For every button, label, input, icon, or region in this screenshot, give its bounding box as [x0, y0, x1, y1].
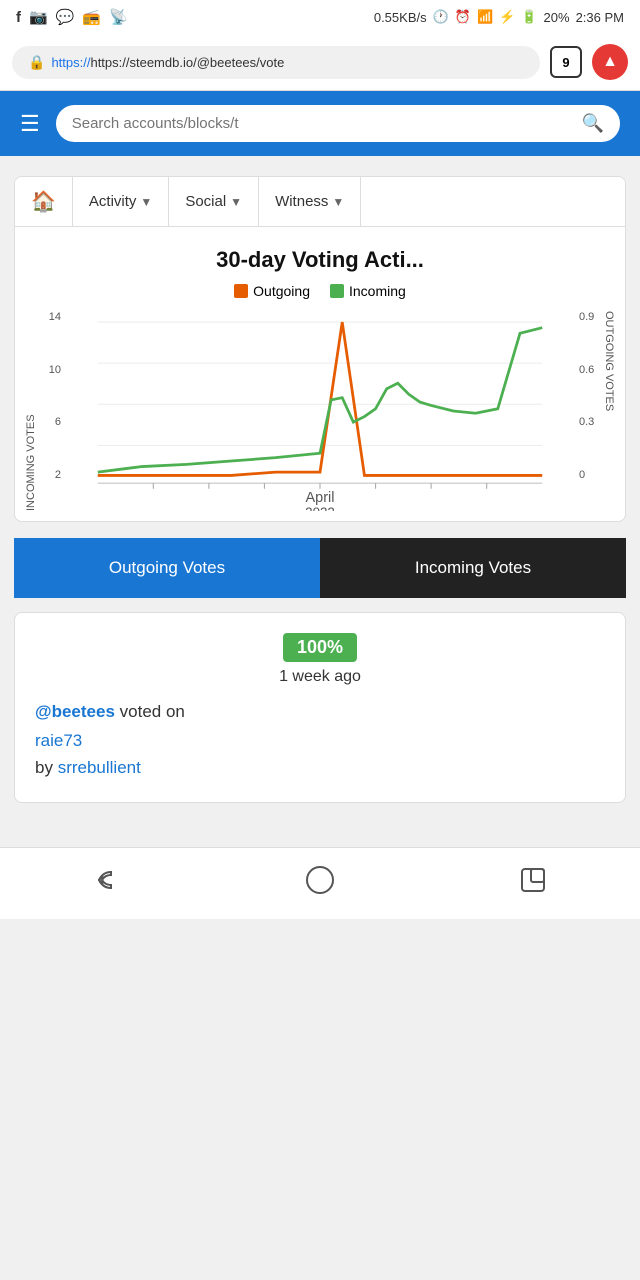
back-button[interactable] — [91, 864, 123, 903]
incoming-dot — [330, 284, 344, 298]
incoming-votes-button[interactable]: Incoming Votes — [320, 538, 626, 598]
cast-icon: 📡 — [109, 8, 128, 26]
chart-svg-area: April 2022 — [67, 311, 573, 511]
main-content: 🏠 Outgoing Activity ▼ Social ▼ Witness ▼… — [0, 156, 640, 837]
bottom-nav — [0, 847, 640, 919]
search-input[interactable] — [72, 115, 574, 132]
by-text: by — [35, 758, 58, 777]
radio-icon: 📻 — [82, 8, 101, 26]
battery-percent: 20% — [544, 10, 570, 25]
lock-icon: 🔒 — [28, 54, 45, 71]
svg-text:2022: 2022 — [305, 505, 335, 511]
upload-button[interactable]: ▲ — [592, 44, 628, 80]
tab-social[interactable]: Social ▼ — [169, 177, 259, 226]
outgoing-votes-button[interactable]: Outgoing Votes — [14, 538, 320, 598]
tab-navigation: 🏠 Outgoing Activity ▼ Social ▼ Witness ▼ — [15, 177, 625, 227]
signal-icon: 📶 — [477, 9, 493, 25]
hamburger-menu[interactable]: ☰ — [20, 111, 40, 137]
post-link[interactable]: raie73 — [35, 727, 605, 754]
activity-chevron: ▼ — [140, 195, 152, 209]
status-social-icons: f 📷 💬 📻 📡 — [16, 8, 128, 26]
chart-body: INCOMING VOTES 14 10 6 2 — [25, 311, 615, 511]
home-circle-icon — [304, 864, 336, 896]
voter-username[interactable]: @beetees — [35, 702, 115, 721]
chart-svg: April 2022 — [67, 311, 573, 511]
y-axis-left-label: INCOMING VOTES — [25, 311, 37, 511]
clock-icon: 🕐 — [433, 9, 449, 25]
instagram-icon: 📷 — [29, 8, 48, 26]
nav-bar: ☰ 🔍 — [0, 91, 640, 156]
back-icon — [91, 864, 123, 896]
incoming-label: Incoming — [349, 283, 406, 299]
status-bar: f 📷 💬 📻 📡 0.55KB/s 🕐 ⏰ 📶 ⚡ 🔋 20% 2:36 PM — [0, 0, 640, 34]
y-axis-right-label: OUTGOING VOTES — [603, 311, 615, 511]
tab-activity[interactable]: Outgoing Activity ▼ — [73, 177, 169, 226]
alarm-icon: ⏰ — [455, 9, 471, 25]
chart-title: 30-day Voting Acti... — [25, 247, 615, 273]
time-display: 2:36 PM — [576, 10, 624, 25]
recents-button[interactable] — [517, 864, 549, 903]
vote-percent-wrapper: 100% — [35, 633, 605, 668]
upload-icon: ▲ — [602, 53, 618, 71]
witness-chevron: ▼ — [332, 195, 344, 209]
outgoing-dot — [234, 284, 248, 298]
chart-legend: Outgoing Incoming — [25, 283, 615, 299]
social-chevron: ▼ — [230, 195, 242, 209]
browser-bar: 🔒 https://https://steemdb.io/@beetees/vo… — [0, 34, 640, 91]
main-card: 🏠 Outgoing Activity ▼ Social ▼ Witness ▼… — [14, 176, 626, 522]
outgoing-label: Outgoing — [253, 283, 310, 299]
status-info: 0.55KB/s 🕐 ⏰ 📶 ⚡ 🔋 20% 2:36 PM — [374, 9, 624, 25]
battery-icon: 🔋 — [521, 9, 537, 25]
network-speed: 0.55KB/s — [374, 10, 427, 25]
vote-percent-badge: 100% — [283, 633, 357, 662]
messenger-icon: 💬 — [56, 8, 75, 26]
incoming-line — [98, 328, 542, 472]
legend-outgoing: Outgoing — [234, 283, 310, 299]
author-link[interactable]: srrebullient — [58, 758, 141, 777]
y-axis-right-values: 0.9 0.6 0.3 0 — [573, 311, 603, 511]
vote-action: voted on — [120, 702, 185, 721]
tab-witness[interactable]: Witness ▼ — [259, 177, 361, 226]
url-display: https://https://steemdb.io/@beetees/vote — [51, 55, 284, 70]
bolt-icon: ⚡ — [499, 9, 515, 25]
home-button[interactable] — [304, 864, 336, 903]
search-bar[interactable]: 🔍 — [56, 105, 620, 142]
chart-section: 30-day Voting Acti... Outgoing Incoming … — [15, 227, 625, 521]
tab-count-badge[interactable]: 9 — [550, 46, 582, 78]
vote-toggle: Outgoing Votes Incoming Votes — [14, 538, 626, 598]
facebook-icon: f — [16, 9, 21, 26]
home-icon: 🏠 — [31, 189, 56, 214]
vote-entry-card: 100% 1 week ago @beetees voted on raie73… — [14, 612, 626, 803]
legend-incoming: Incoming — [330, 283, 406, 299]
tab-home[interactable]: 🏠 — [15, 177, 73, 226]
url-bar[interactable]: 🔒 https://https://steemdb.io/@beetees/vo… — [12, 46, 540, 79]
search-icon: 🔍 — [582, 113, 604, 134]
vote-time: 1 week ago — [35, 668, 605, 686]
vote-description: @beetees voted on raie73 by srrebullient — [35, 698, 605, 782]
recents-icon — [517, 864, 549, 896]
y-axis-left-values: 14 10 6 2 — [37, 311, 67, 511]
